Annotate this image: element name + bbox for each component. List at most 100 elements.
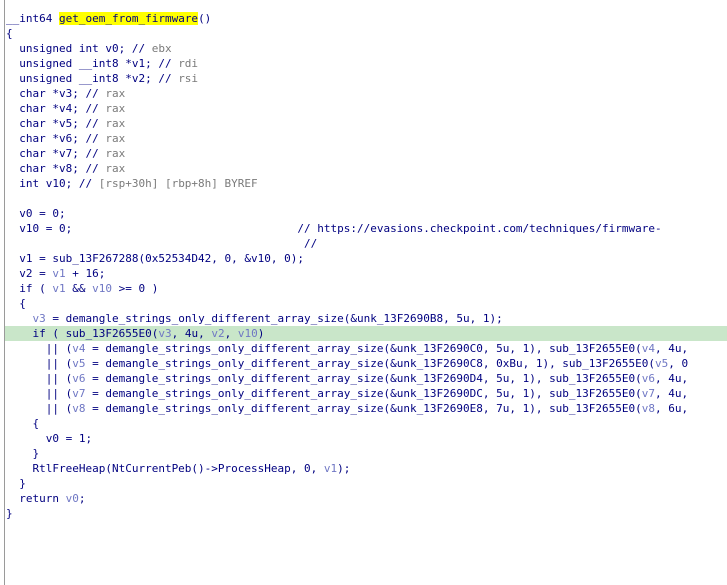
code-comment: rax — [105, 147, 126, 160]
pseudocode-text[interactable]: __int64 get_oem_from_firmware(){ unsigne… — [5, 11, 727, 521]
code-line[interactable]: char *v4; // rax — [5, 101, 727, 116]
code-line[interactable]: char *v7; // rax — [5, 146, 727, 161]
code-token: { — [6, 297, 26, 310]
function-name[interactable]: get_oem_from_firmware — [58, 12, 199, 25]
code-line[interactable]: v2 = v1 + 16; — [5, 266, 727, 281]
code-line[interactable]: v3 = demangle_strings_only_different_arr… — [5, 311, 727, 326]
code-token: return — [6, 492, 66, 505]
code-token: unsigned __int8 *v2; // — [6, 72, 179, 85]
code-line[interactable]: } — [5, 506, 727, 521]
code-token: () — [198, 12, 212, 25]
code-variable[interactable]: v3 — [158, 327, 171, 340]
code-variable[interactable]: v3 — [33, 312, 46, 325]
code-line[interactable]: unsigned int v0; // ebx — [5, 41, 727, 56]
code-token: __int64 — [6, 12, 59, 25]
code-token: ; — [78, 492, 86, 505]
code-comment: rsi — [178, 72, 199, 85]
code-token: ); — [337, 462, 351, 475]
code-line[interactable]: __int64 get_oem_from_firmware() — [5, 11, 727, 26]
code-variable[interactable]: v6 — [72, 372, 85, 385]
code-token: , 6u, — [655, 402, 689, 415]
code-line[interactable]: int v10; // [rsp+30h] [rbp+8h] BYREF — [5, 176, 727, 191]
code-token: v0 = 0; — [6, 207, 66, 220]
code-line[interactable]: { — [5, 296, 727, 311]
code-line[interactable]: char *v3; // rax — [5, 86, 727, 101]
code-line[interactable]: v1 = sub_13F267288(0x52534D42, 0, &v10, … — [5, 251, 727, 266]
code-token: || ( — [6, 372, 73, 385]
code-variable[interactable]: v5 — [72, 357, 85, 370]
code-line[interactable]: v10 = 0; // https://evasions.checkpoint.… — [5, 221, 727, 236]
code-line[interactable]: } — [5, 446, 727, 461]
code-comment: rax — [105, 132, 126, 145]
code-variable[interactable]: v5 — [655, 357, 668, 370]
code-token: v10 = 0; // https://evasions.checkpoint.… — [6, 222, 662, 235]
code-token: char *v4; // — [6, 102, 106, 115]
code-comment: rax — [105, 87, 126, 100]
code-line[interactable]: RtlFreeHeap(NtCurrentPeb()->ProcessHeap,… — [5, 461, 727, 476]
code-line[interactable]: return v0; — [5, 491, 727, 506]
code-line[interactable]: || (v4 = demangle_strings_only_different… — [5, 341, 727, 356]
code-line[interactable]: || (v7 = demangle_strings_only_different… — [5, 386, 727, 401]
code-token: { — [6, 27, 13, 40]
code-line[interactable]: { — [5, 416, 727, 431]
code-token: , 4u, — [655, 387, 689, 400]
code-line[interactable]: { — [5, 26, 727, 41]
code-variable[interactable]: v4 — [72, 342, 85, 355]
code-comment: rax — [105, 102, 126, 115]
code-comment: ebx — [151, 42, 172, 55]
code-token: int v10; // — [6, 177, 99, 190]
code-line[interactable]: } — [5, 476, 727, 491]
code-line[interactable]: char *v6; // rax — [5, 131, 727, 146]
code-token: , 0 — [668, 357, 689, 370]
code-token: char *v6; // — [6, 132, 106, 145]
code-token: } — [6, 507, 13, 520]
code-token: = demangle_strings_only_different_array_… — [85, 342, 642, 355]
code-line[interactable]: unsigned __int8 *v2; // rsi — [5, 71, 727, 86]
code-line[interactable]: // — [5, 236, 727, 251]
code-variable[interactable]: v8 — [72, 402, 85, 415]
code-variable[interactable]: v8 — [642, 402, 655, 415]
code-line[interactable]: || (v6 = demangle_strings_only_different… — [5, 371, 727, 386]
code-token: // — [6, 237, 318, 250]
code-token: char *v5; // — [6, 117, 106, 130]
code-token: char *v7; // — [6, 147, 106, 160]
code-token: >= 0 ) — [111, 282, 159, 295]
code-variable[interactable]: v1 — [52, 267, 65, 280]
code-token: ) — [257, 327, 265, 340]
code-line[interactable]: || (v5 = demangle_strings_only_different… — [5, 356, 727, 371]
code-token: unsigned __int8 *v1; // — [6, 57, 179, 70]
code-variable[interactable]: v0 — [66, 492, 79, 505]
code-variable[interactable]: v6 — [642, 372, 655, 385]
code-token: } — [6, 447, 40, 460]
code-token: || ( — [6, 402, 73, 415]
code-token: RtlFreeHeap(NtCurrentPeb()->ProcessHeap,… — [6, 462, 324, 475]
code-variable[interactable]: v10 — [238, 327, 258, 340]
code-token: } — [6, 477, 26, 490]
code-variable[interactable]: v1 — [324, 462, 337, 475]
pseudocode-view[interactable]: __int64 get_oem_from_firmware(){ unsigne… — [4, 0, 727, 585]
code-variable[interactable]: v4 — [642, 342, 655, 355]
code-line[interactable]: char *v5; // rax — [5, 116, 727, 131]
code-token: || ( — [6, 387, 73, 400]
code-token: , 4u, — [171, 327, 212, 340]
code-token: { — [6, 417, 40, 430]
code-token: = demangle_strings_only_different_array_… — [85, 372, 642, 385]
code-variable[interactable]: v7 — [72, 387, 85, 400]
code-line[interactable] — [5, 191, 727, 206]
code-variable[interactable]: v7 — [642, 387, 655, 400]
code-line-current[interactable]: if ( sub_13F2655E0(v3, 4u, v2, v10) — [5, 326, 727, 341]
code-variable[interactable]: v10 — [92, 282, 112, 295]
code-line[interactable]: char *v8; // rax — [5, 161, 727, 176]
code-variable[interactable]: v1 — [52, 282, 65, 295]
code-line[interactable]: unsigned __int8 *v1; // rdi — [5, 56, 727, 71]
code-comment: [rsp+30h] [rbp+8h] BYREF — [98, 177, 258, 190]
code-token: v2 = — [6, 267, 53, 280]
code-variable[interactable]: v2 — [211, 327, 224, 340]
code-token: char *v3; // — [6, 87, 106, 100]
code-token: = demangle_strings_only_different_array_… — [85, 402, 642, 415]
code-line[interactable]: || (v8 = demangle_strings_only_different… — [5, 401, 727, 416]
code-line[interactable]: v0 = 1; — [5, 431, 727, 446]
code-line[interactable]: if ( v1 && v10 >= 0 ) — [5, 281, 727, 296]
code-line[interactable]: v0 = 0; — [5, 206, 727, 221]
